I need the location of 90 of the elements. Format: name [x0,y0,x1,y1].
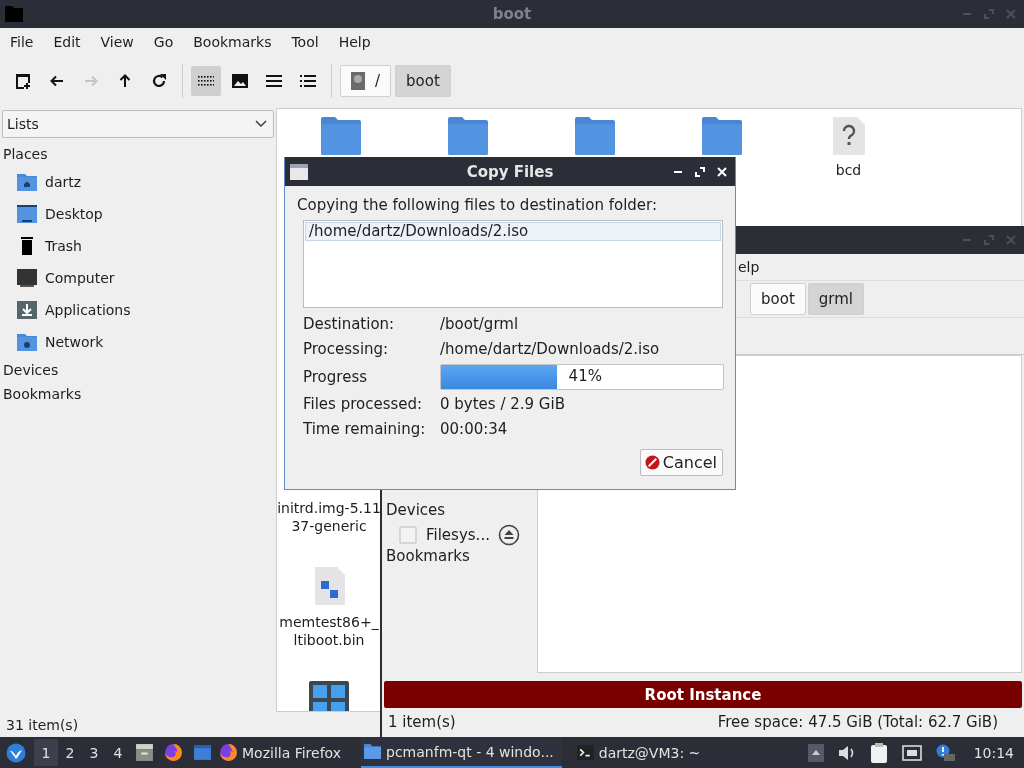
workspace-button[interactable]: 1 [34,739,58,766]
workspace-button[interactable]: 4 [106,739,130,766]
sidebar-item[interactable]: Trash [2,230,274,262]
stop-icon [644,455,660,470]
file-cabinet-icon [135,743,154,762]
taskbar-task[interactable]: Mozilla Firefox [217,737,350,768]
folder-icon [701,117,742,155]
menu-item[interactable]: Edit [43,34,91,50]
field-value: 00:00:34 [440,419,509,440]
item-count: 1 item(s) [388,713,456,731]
browser-icon [164,743,183,762]
speaker-icon[interactable] [837,744,856,761]
progress-percent: 41% [568,367,602,385]
network-icon[interactable] [901,744,922,761]
menu-item[interactable]: Go [143,34,184,50]
field-label: Destination: [303,314,396,335]
tiles-icon [309,681,349,711]
browser-icon [219,743,238,762]
image-icon [232,74,248,88]
network-folder-icon [17,333,37,351]
sidebar-section-heading[interactable]: Bookmarks [2,382,274,406]
taskbar-task[interactable]: dartz@VM3: ~ [573,737,709,768]
reload-icon [151,73,167,89]
message-text: Copying the following files to destination folder: [297,196,658,214]
taskbar-task[interactable]: pcmanfm-qt - 4 windo... [361,737,562,768]
path-button[interactable]: / [340,65,392,97]
menu-item[interactable]: Help [328,34,381,50]
field-value: /home/dartz/Downloads/2.iso [440,339,661,360]
workspace-button[interactable]: 2 [58,739,82,766]
folder-icon [574,117,615,155]
workspace-button[interactable]: 3 [82,739,106,766]
field-label: Processing: [303,339,390,360]
download-icon [17,301,37,319]
sidebar-section-heading[interactable]: Devices [2,358,274,382]
new-tab-icon [15,73,31,89]
list-icon [266,75,282,87]
icon-view-icon [198,76,214,86]
up-arrow-icon [118,74,132,88]
sidebar-section-heading[interactable]: Bookmarks [382,547,537,569]
item-count: 31 item(s) [6,716,79,733]
back-arrow-icon [50,74,64,88]
forward-arrow-icon [84,74,98,88]
menu-item[interactable]: Bookmarks [183,34,282,50]
folder-icon [320,117,361,155]
menu-item[interactable]: Tool [281,34,329,50]
notification-icon[interactable] [935,743,956,762]
sidebar-item[interactable]: Desktop [2,198,274,230]
folder-icon [5,6,23,22]
file-path[interactable]: /home/dartz/Downloads/2.iso [305,222,721,241]
field-value: /boot/grml [440,314,520,335]
file-name[interactable]: initrd.img-5.11 37-generic [277,499,381,535]
eject-icon[interactable] [497,524,520,546]
path-button[interactable]: boot [395,65,451,97]
sidebar-section-heading[interactable]: Places [2,142,274,166]
window-title: boot [492,5,532,23]
file-name[interactable]: bcd [835,161,862,179]
window-title: Copy Files [466,162,554,181]
menu-item[interactable]: View [90,34,144,50]
field-value: 0 bytes / 2.9 GiB [440,394,566,415]
menu-item[interactable]: File [0,34,44,50]
path-button[interactable]: grml [807,283,864,315]
computer-icon [17,269,37,287]
sidebar-item[interactable]: Computer [2,262,274,294]
clock: 10:14 [973,744,1014,761]
sidebar-view-dropdown[interactable]: Lists [2,110,274,138]
cancel-button[interactable]: Cancel [639,449,723,476]
sidebar-section-heading[interactable]: Devices [382,501,537,523]
root-instance-banner: Root Instance [384,681,1022,708]
chevron-down-icon [255,120,267,128]
sidebar-item[interactable]: Network [2,326,274,358]
path-button[interactable]: boot [750,283,806,315]
file-name[interactable]: memtest86+_ ltiboot.bin [279,613,379,649]
free-space: Free space: 47.5 GiB (Total: 62.7 GiB) [717,713,998,731]
folder-icon [363,742,383,761]
field-label: Files processed: [303,394,424,415]
window-icon [290,163,308,180]
detail-list-icon [300,75,316,87]
sidebar-item[interactable]: Applications [2,294,274,326]
drive-icon [351,72,365,90]
desktop-icon [17,205,37,223]
drive-icon [398,525,418,545]
folder-icon [447,117,488,155]
clipboard-icon[interactable] [869,742,888,763]
home-folder-icon [17,173,37,191]
terminal-icon [575,743,595,762]
window-icon [193,743,212,762]
sidebar-item[interactable]: Filesys... [426,526,490,544]
field-label: Time remaining: [303,419,427,440]
sidebar-item[interactable]: dartz [2,166,274,198]
field-label: Progress [303,366,368,388]
